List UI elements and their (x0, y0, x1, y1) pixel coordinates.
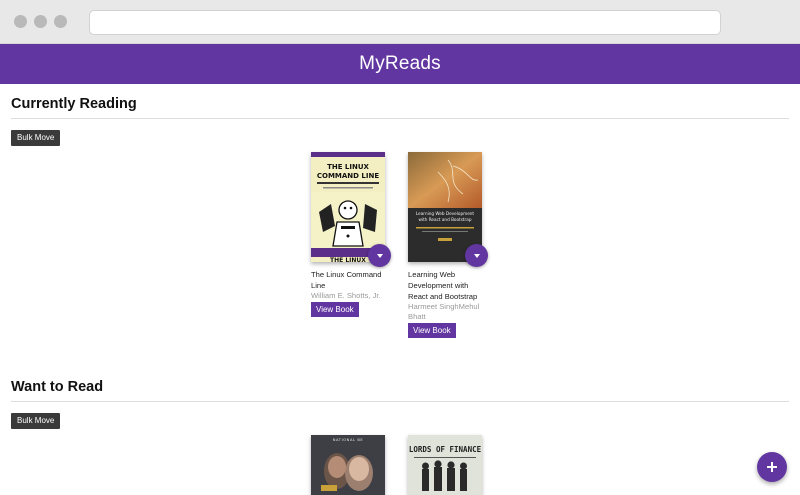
svg-text:THE LINUX: THE LINUX (327, 163, 369, 171)
book-title: The Linux Command Line (311, 270, 382, 290)
svg-text:COMMAND LINE: COMMAND LINE (317, 172, 379, 180)
app-header: MyReads (0, 44, 800, 84)
book-cover[interactable]: NATIONAL BE (311, 435, 385, 495)
view-book-button[interactable]: View Book (311, 302, 359, 317)
book-title: Learning Web Development with React and … (408, 270, 478, 301)
browser-chrome (0, 0, 800, 44)
app-title: MyReads (359, 53, 441, 74)
book-authors: William E. Shotts, Jr. (311, 291, 381, 300)
shelf-divider (11, 118, 789, 119)
svg-text:with React and Bootstrap: with React and Bootstrap (419, 217, 472, 222)
shelf-divider (11, 401, 789, 402)
book-cover[interactable]: LORDS OF FINANCE (408, 435, 482, 495)
triangle-down-icon (473, 253, 480, 258)
address-bar[interactable] (89, 10, 721, 35)
add-book-button[interactable] (757, 452, 787, 482)
svg-text:LORDS OF FINANCE: LORDS OF FINANCE (409, 445, 482, 454)
svg-text:Learning Web Development: Learning Web Development (416, 211, 475, 216)
shelf-title: Currently Reading (11, 96, 137, 112)
window-minimize-dot[interactable] (34, 15, 47, 28)
window-maximize-dot[interactable] (54, 15, 67, 28)
shelf-changer-button[interactable] (368, 244, 391, 267)
view-book-button[interactable]: View Book (408, 323, 456, 338)
bulk-move-button[interactable]: Bulk Move (11, 130, 61, 146)
bulk-move-button[interactable]: Bulk Move (11, 413, 61, 429)
book-authors: Harmeet SinghMehul Bhatt (408, 302, 480, 321)
svg-text:THE LINUX: THE LINUX (330, 257, 366, 262)
shelf-changer-button[interactable] (465, 244, 488, 267)
shelf-title: Want to Read (11, 379, 104, 395)
svg-text:NATIONAL BE: NATIONAL BE (333, 438, 364, 442)
window-close-dot[interactable] (14, 15, 27, 28)
triangle-down-icon (376, 253, 383, 258)
